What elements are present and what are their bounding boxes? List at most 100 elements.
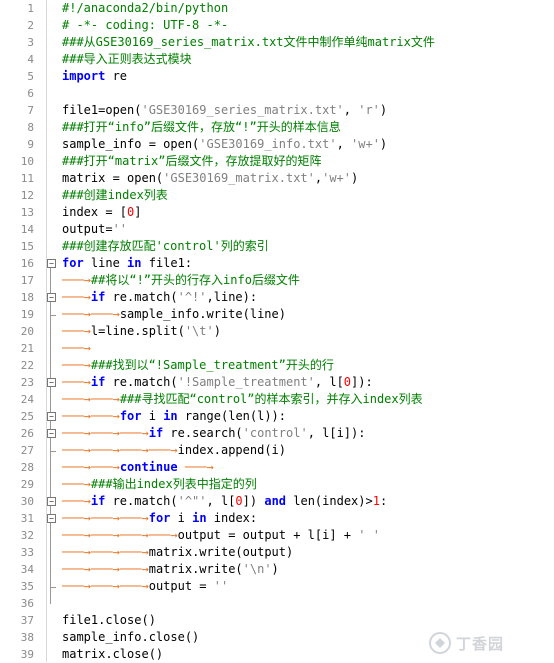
tab-arrow-icon: ───→ (119, 443, 149, 457)
code-token: '\t' (184, 324, 214, 338)
code-line[interactable]: ───→───→───→output = '' (62, 578, 228, 595)
fold-end-mark (50, 315, 56, 316)
tab-arrow-icon: ───→ (62, 545, 91, 559)
fold-toggle-icon[interactable]: − (47, 412, 56, 421)
fold-toggle-icon[interactable]: − (47, 429, 56, 438)
code-line[interactable]: file1=open('GSE30169_series_matrix.txt',… (62, 102, 387, 119)
code-line[interactable]: sample_info.close() (62, 629, 199, 646)
code-token: # -*- coding: UTF-8 -*- (62, 18, 229, 32)
tab-arrow-icon: ───→ (90, 460, 120, 474)
code-line[interactable]: ───→───→───→───→index.append(i) (62, 442, 286, 459)
code-token: if (90, 494, 106, 508)
code-line[interactable]: ###从GSE30169_series_matrix.txt文件中制作单纯mat… (62, 34, 435, 51)
code-token: file1=open( (62, 103, 142, 117)
code-line[interactable]: ###打开“info”后缀文件，存放“!”开头的样本信息 (62, 119, 341, 136)
line-number: 17 (20, 274, 34, 287)
code-token: for (148, 511, 171, 525)
line-number: 4 (27, 53, 34, 66)
code-line[interactable]: output='' (62, 221, 127, 238)
code-token: matrix = open( (62, 171, 164, 185)
fold-toggle-icon[interactable]: − (47, 378, 56, 387)
line-number: 33 (20, 546, 34, 559)
code-line[interactable]: sample_info = open('GSE30169_info.txt', … (62, 136, 387, 153)
code-line[interactable]: ───→───→for i in range(len(l)): (62, 408, 286, 425)
code-line[interactable]: ###创建存放匹配'control'列的索引 (62, 238, 269, 255)
code-line[interactable]: ───→if re.match('^!',line): (62, 289, 257, 306)
code-area[interactable]: #!/anaconda2/bin/python # -*- coding: UTF… (46, 0, 554, 662)
code-line[interactable]: ###打开“matrix”后缀文件，存放提取好的矩阵 (62, 153, 321, 170)
code-line[interactable]: ───→###找到以“!Sample_treatment”开头的行 (62, 357, 334, 374)
fold-toggle-icon[interactable]: − (47, 514, 56, 523)
tab-arrow-icon: ───→ (62, 273, 91, 287)
code-token: ###输出index列表中指定的列 (90, 477, 257, 491)
line-number: 1 (27, 2, 34, 15)
code-token: , l[ (206, 494, 236, 508)
code-line[interactable]: #!/anaconda2/bin/python (62, 0, 228, 17)
tab-arrow-icon: ───→ (62, 528, 91, 542)
code-line[interactable]: index = [0] (62, 204, 142, 221)
code-line[interactable]: ───→───→───→───→output = output + l[i] +… (62, 527, 380, 544)
code-token: '\n' (242, 562, 272, 576)
code-line[interactable]: ###创建index列表 (62, 187, 168, 204)
code-line[interactable]: # -*- coding: UTF-8 -*- (62, 17, 228, 34)
tab-arrow-icon: ───→ (62, 494, 91, 508)
code-line[interactable]: ───→if re.match('^"', l[0]) and len(inde… (62, 493, 387, 510)
code-token: for (119, 409, 142, 423)
line-number: 9 (27, 138, 34, 151)
line-number: 20 (20, 325, 34, 338)
code-token: in (192, 511, 207, 525)
code-line[interactable]: ───→───→sample_info.write(line) (62, 306, 286, 323)
code-line[interactable]: ───→───→───→matrix.write('\n') (62, 561, 279, 578)
fold-end-mark (50, 587, 56, 588)
line-number: 37 (20, 614, 34, 627)
code-line[interactable]: ###导入正则表达式模块 (62, 51, 192, 68)
code-token: '' (112, 222, 128, 236)
code-line[interactable]: ───→###输出index列表中指定的列 (62, 476, 257, 493)
code-line[interactable]: ───→───→###寻找匹配“control”的样本索引，并存入index列表 (62, 391, 423, 408)
code-editor[interactable]: 1 2 3 4 5 6 7 8 9 10 11 12 13 14 15 16 17 18 19 20 21 22 23 24 2… (0, 0, 554, 662)
line-number: 26 (20, 427, 34, 440)
code-line[interactable]: ───→───→───→matrix.write(output) (62, 544, 293, 561)
code-line[interactable]: ───→───→continue ───→ (62, 459, 214, 476)
code-line[interactable]: matrix = open('GSE30169_matrix.txt','w+'… (62, 170, 358, 187)
code-token: 0 (235, 494, 243, 508)
fold-toggle-icon[interactable]: − (47, 259, 56, 268)
fold-toggle-icon[interactable]: − (47, 497, 56, 506)
fold-toggle-icon[interactable]: − (47, 293, 56, 302)
code-token: ' ' (358, 528, 380, 542)
code-token: 0 (343, 375, 352, 389)
line-number: 7 (27, 104, 34, 117)
line-number: 23 (20, 376, 34, 389)
tab-arrow-icon: ───→ (62, 511, 91, 525)
code-token: ###打开“matrix”后缀文件，存放提取好的矩阵 (62, 154, 322, 168)
code-token: ) (379, 103, 388, 117)
code-line[interactable]: ───→ (62, 340, 91, 357)
code-token: 'w+' (322, 171, 352, 185)
code-line[interactable]: import re (62, 68, 127, 85)
code-token: index.append(i) (177, 443, 286, 457)
code-line[interactable]: ───→l=line.split('\t') (62, 323, 221, 340)
code-line[interactable]: file1.close() (62, 612, 156, 629)
line-number: 2 (27, 19, 34, 32)
code-line[interactable]: ───→if re.match('!Sample_treatment', l[0… (62, 374, 373, 391)
tab-arrow-icon: ───→ (119, 579, 149, 593)
tab-arrow-icon: ───→ (62, 562, 91, 576)
code-line[interactable]: matrix.close() (62, 646, 163, 663)
line-number: 12 (20, 189, 34, 202)
code-line[interactable]: ───→───→───→for i in index: (62, 510, 257, 527)
code-token: 'w+' (351, 137, 380, 151)
code-token: for (62, 256, 84, 270)
code-token: re.match( (105, 290, 178, 304)
code-line[interactable]: ───→##将以“!”开头的行存入info后缀文件 (62, 272, 300, 289)
code-line[interactable]: ───→───→───→if re.search('control', l[i]… (62, 425, 365, 442)
tab-arrow-icon: ───→ (119, 511, 149, 525)
code-token: re (105, 69, 128, 83)
code-token: , (336, 137, 352, 151)
line-number: 39 (20, 648, 34, 661)
line-number: 19 (20, 308, 34, 321)
code-token: '^!' (177, 290, 207, 304)
code-token: ,line): (206, 290, 258, 304)
code-token: '!Sample_treatment' (177, 375, 315, 389)
code-token: sample_info.write(line) (119, 307, 286, 321)
code-line[interactable]: for line in file1: (62, 255, 192, 272)
